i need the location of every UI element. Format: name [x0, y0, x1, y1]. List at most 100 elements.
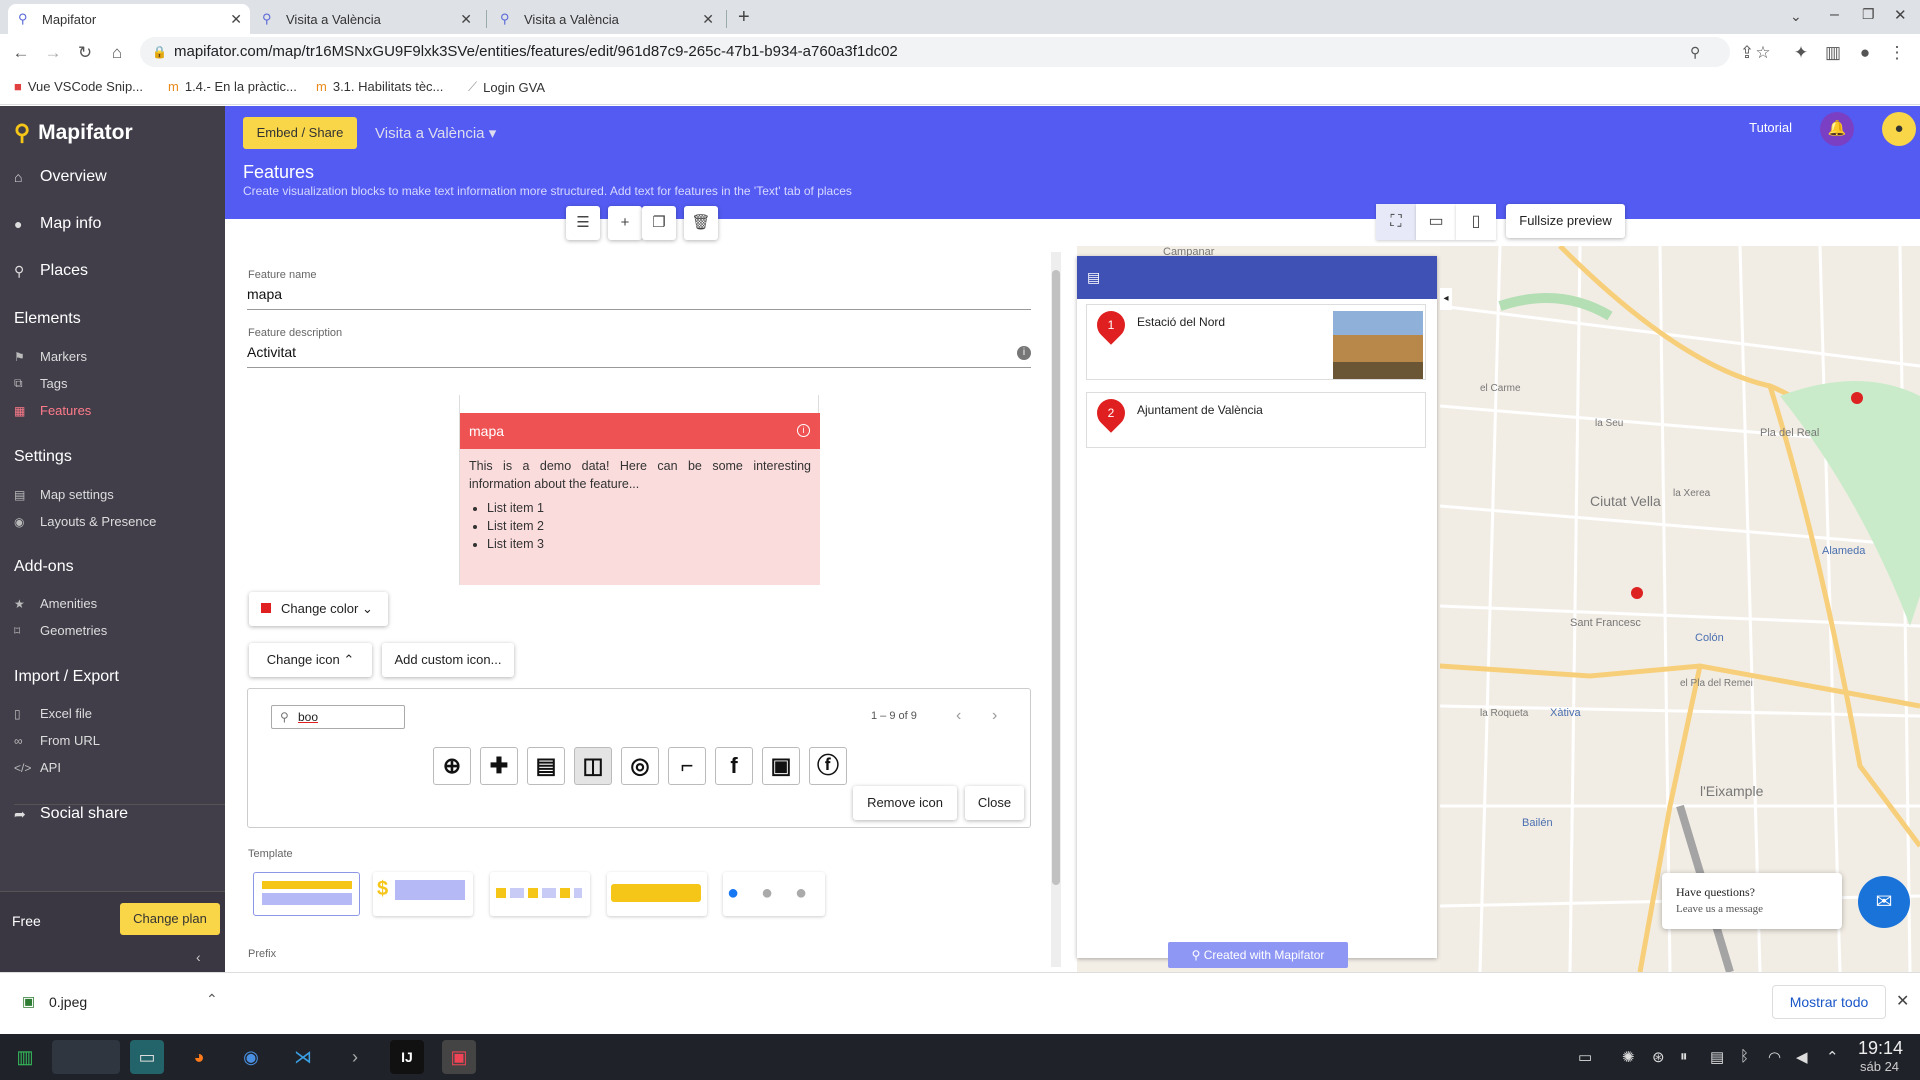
close-tab-icon[interactable]: ✕ — [702, 11, 714, 28]
reload-icon[interactable]: ↻ — [74, 42, 96, 64]
delete-feature-button[interactable]: 🗑 — [684, 206, 718, 240]
tutorial-link[interactable]: Tutorial — [1749, 120, 1792, 135]
app-logo[interactable]: ⚲ Mapifator — [14, 120, 133, 146]
bookmark-login-gva[interactable]: ⟋ Login GVA — [468, 79, 545, 95]
add-feature-button[interactable]: + — [608, 206, 642, 240]
updates-icon[interactable]: ⊛ — [1652, 1048, 1665, 1066]
book-globe-icon[interactable]: ⊕ — [433, 747, 471, 785]
close-window-icon[interactable]: ✕ — [1894, 6, 1907, 24]
close-button[interactable]: Close — [965, 786, 1024, 820]
manjaro-menu-icon[interactable]: ▥ — [8, 1040, 42, 1074]
sidebar-item-map-info[interactable]: ● Map info — [14, 215, 101, 233]
back-icon[interactable]: ← — [10, 42, 32, 64]
sidebar-item-from-url[interactable]: ∞ From URL — [14, 733, 100, 748]
facebook-f-icon[interactable]: f — [715, 747, 753, 785]
map-poi-marker[interactable] — [1631, 587, 1643, 599]
change-plan-button[interactable]: Change plan — [120, 903, 220, 935]
download-filename[interactable]: 0.jpeg — [49, 994, 87, 1010]
fullsize-preview-button[interactable]: Fullsize preview — [1506, 204, 1625, 238]
chat-prompt[interactable]: Have questions? Leave us a message — [1662, 873, 1842, 929]
terminal-icon[interactable]: › — [338, 1040, 372, 1074]
template-option-4[interactable] — [607, 872, 707, 916]
embed-share-button[interactable]: Embed / Share — [243, 117, 357, 149]
change-color-button[interactable]: Change color ⌄ — [249, 592, 388, 626]
volume-icon[interactable]: ◀ — [1796, 1048, 1808, 1066]
extensions-icon[interactable]: ✦ — [1790, 42, 1812, 64]
map-poi-marker[interactable] — [1851, 392, 1863, 404]
sidebar-item-markers[interactable]: ⚑ Markers — [14, 349, 87, 364]
book-reader-icon[interactable]: ◎ — [621, 747, 659, 785]
files-app-icon[interactable]: ▭ — [130, 1040, 164, 1074]
bluetooth-icon[interactable]: ᛒ — [1740, 1048, 1749, 1065]
prev-page-icon[interactable]: ‹ — [956, 707, 961, 725]
next-page-icon[interactable]: › — [992, 707, 997, 725]
place-card[interactable]: 2 Ajuntament de València — [1086, 392, 1426, 448]
collapse-sidebar-icon[interactable]: ‹ — [196, 949, 201, 965]
wifi-icon[interactable]: ◠ — [1768, 1048, 1781, 1066]
facebook-icon[interactable]: ⓕ — [809, 747, 847, 785]
template-option-2[interactable]: $ — [373, 872, 473, 916]
close-tab-icon[interactable]: ✕ — [230, 11, 242, 28]
tray-expand-icon[interactable]: ⌃ — [1826, 1048, 1839, 1066]
collapse-list-icon[interactable]: ◂ — [1440, 288, 1452, 310]
workspace-switcher[interactable] — [52, 1040, 120, 1074]
feature-name-field[interactable]: mapa — [247, 282, 1031, 310]
clipboard-icon[interactable]: ▤ — [1710, 1048, 1724, 1066]
book-open-icon[interactable]: ◫ — [574, 747, 612, 785]
tab-mapifator[interactable]: ⚲ Mapifator ✕ — [8, 4, 250, 34]
desktop-view-button[interactable]: ⛶ — [1376, 204, 1416, 240]
tab-visita-2[interactable]: ⚲ Visita a València ✕ — [490, 4, 722, 34]
icon-search-input[interactable]: ⚲ boo — [271, 705, 405, 729]
sidebar-item-geometries[interactable]: ⌑ Geometries — [14, 623, 107, 638]
sidebar-item-features[interactable]: ▦ Features — [14, 403, 91, 418]
bookmark-star-icon[interactable]: ☆ — [1752, 42, 1774, 64]
sidebar-item-tags[interactable]: ⧉ Tags — [14, 376, 67, 391]
profile-icon[interactable]: ● — [1854, 42, 1876, 64]
screenshot-app-icon[interactable]: ▣ — [442, 1040, 476, 1074]
feature-description-field[interactable]: Activitat — [247, 340, 1031, 368]
menu-icon[interactable]: ⋮ — [1886, 42, 1908, 64]
notifications-bell-icon[interactable]: 🔔 — [1820, 112, 1854, 146]
sidebar-item-excel[interactable]: ▯ Excel file — [14, 706, 92, 721]
duplicate-feature-button[interactable]: ❐ — [642, 206, 676, 240]
zoom-icon[interactable]: ⚲ — [1690, 37, 1700, 67]
form-scrollbar-thumb[interactable] — [1052, 270, 1060, 885]
bookmark-practic[interactable]: m 1.4.- En la pràctic... — [168, 79, 297, 94]
book-icon[interactable]: ▤ — [527, 747, 565, 785]
show-all-button[interactable]: Mostrar todo — [1772, 985, 1886, 1019]
close-icon[interactable]: ✕ — [1896, 991, 1909, 1011]
place-card[interactable]: 1 Estació del Nord — [1086, 304, 1426, 380]
change-icon-button[interactable]: Change icon ⌃ — [249, 643, 372, 677]
bookmark-habilitats[interactable]: m 3.1. Habilitats tèc... — [316, 79, 443, 94]
media-icon[interactable]: ⏸ — [1680, 1048, 1688, 1065]
new-tab-icon[interactable]: + — [738, 6, 750, 29]
template-option-3[interactable] — [490, 872, 590, 916]
book-medical-icon[interactable]: ✚ — [480, 747, 518, 785]
facebook-square-icon[interactable]: ▣ — [762, 747, 800, 785]
template-option-1[interactable] — [253, 872, 360, 916]
minimize-icon[interactable]: – — [1830, 6, 1839, 24]
tab-search-icon[interactable]: ⌄ — [1790, 8, 1802, 25]
firefox-icon[interactable]: ◕ — [182, 1040, 216, 1074]
mobile-view-button[interactable]: ▯ — [1456, 204, 1496, 240]
bookmark-vue[interactable]: ■ Vue VSCode Snip... — [14, 79, 143, 94]
forward-icon[interactable]: → — [42, 42, 64, 64]
account-avatar[interactable]: ● — [1882, 112, 1916, 146]
map-canvas[interactable]: Ciutat Vella Sant Francesc Xàtiva Colón … — [1440, 246, 1920, 972]
map-selector[interactable]: Visita a València ▾ — [375, 124, 496, 142]
template-option-social[interactable]: ● ● ● — [723, 872, 825, 916]
booth-curtain-icon[interactable]: ⌐ — [668, 747, 706, 785]
created-with-badge[interactable]: ⚲ Created with Mapifator — [1168, 942, 1348, 968]
vscode-icon[interactable]: ⋊ — [286, 1040, 320, 1074]
side-panel-icon[interactable]: ▥ — [1822, 42, 1844, 64]
sidebar-item-amenities[interactable]: ★ Amenities — [14, 596, 97, 611]
sidebar-item-places[interactable]: ⚲ Places — [14, 262, 88, 280]
address-bar[interactable]: 🔒 mapifator.com/map/tr16MSNxGU9F9lxk3SVe… — [140, 37, 1730, 67]
clock-time[interactable]: 19:14 — [1858, 1038, 1903, 1059]
restore-icon[interactable]: ❐ — [1862, 6, 1875, 23]
desktop-icon[interactable]: ▭ — [1578, 1048, 1592, 1066]
close-tab-icon[interactable]: ✕ — [460, 11, 472, 28]
tablet-view-button[interactable]: ▭ — [1416, 204, 1456, 240]
sidebar-item-layouts[interactable]: ◉ Layouts & Presence — [14, 514, 156, 529]
add-custom-icon-button[interactable]: Add custom icon... — [382, 643, 514, 677]
